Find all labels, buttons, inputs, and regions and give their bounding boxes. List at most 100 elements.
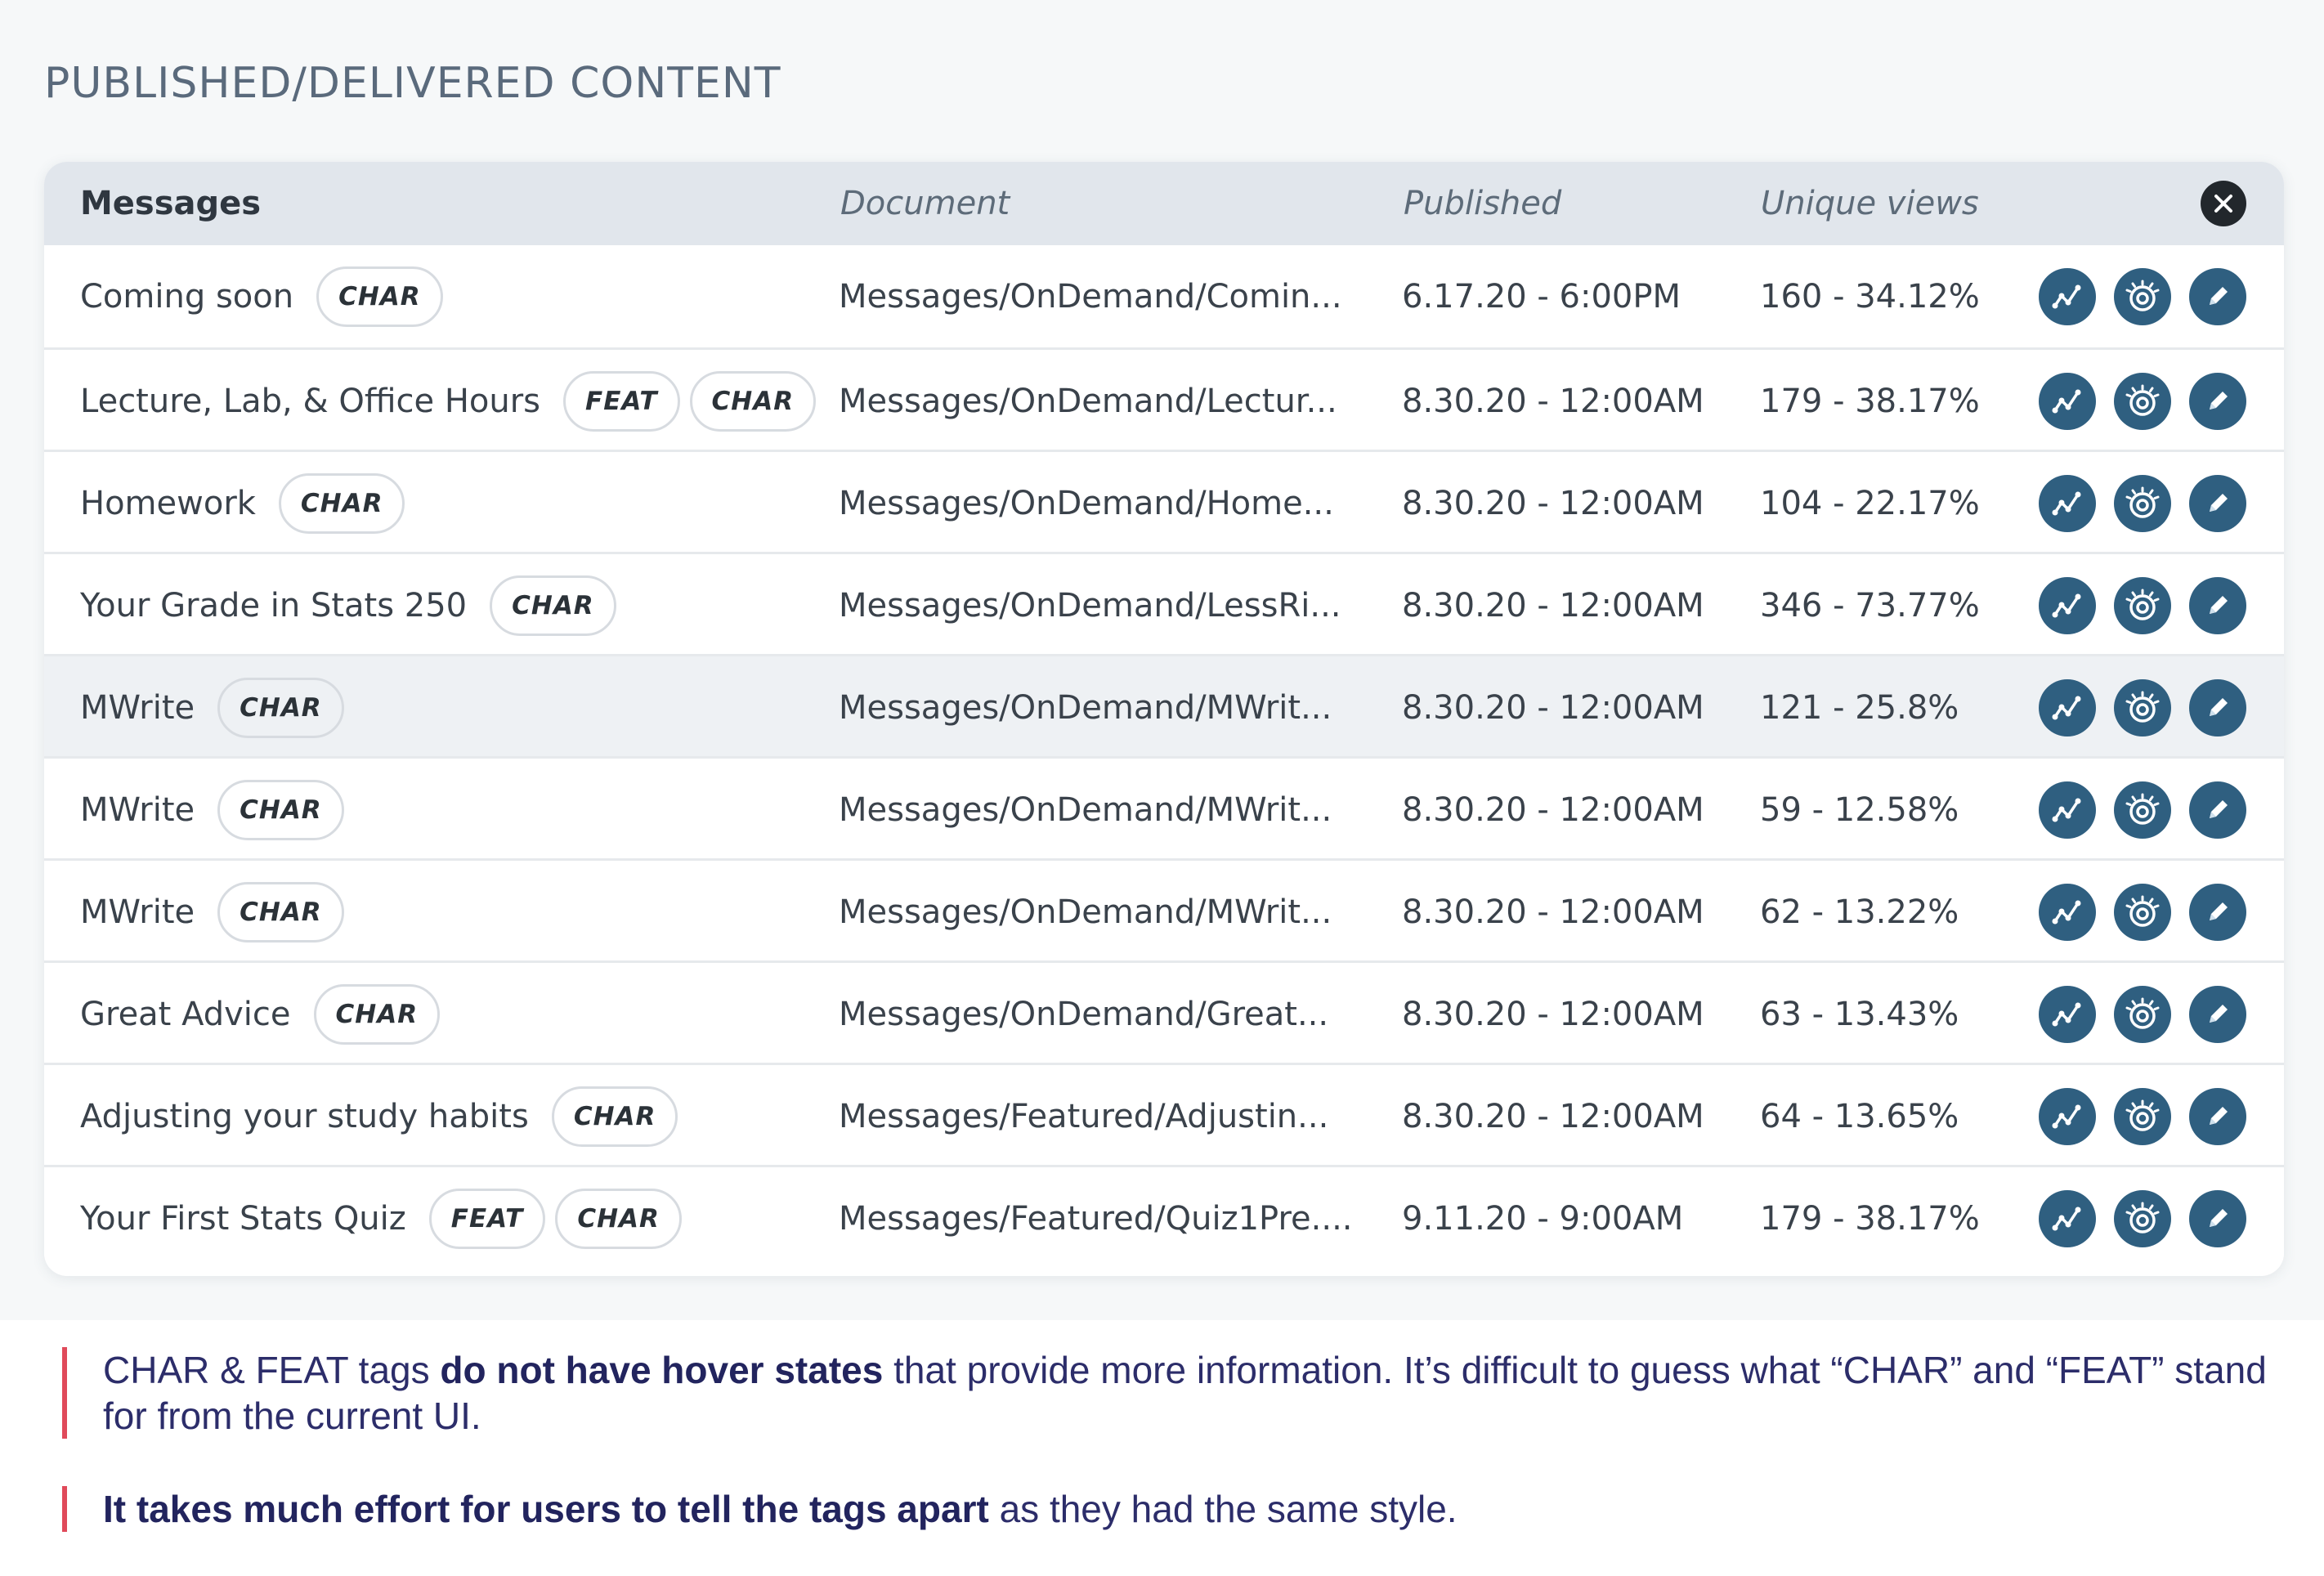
table-body: Coming soon CHAR Messages/OnDemand/Comin..… <box>44 245 2284 1267</box>
analytics-icon[interactable] <box>2039 1189 2096 1247</box>
unique-views-cell: 179 - 38.17% <box>1760 1199 1980 1238</box>
table-row[interactable]: Your First Stats Quiz FEAT CHAR Messages/Fe… <box>44 1165 2284 1267</box>
message-title: MWrite <box>80 688 195 727</box>
note-emphasis: It takes much effort for users to tell t… <box>103 1488 989 1530</box>
row-actions <box>2039 452 2246 554</box>
message-cell: MWrite CHAR <box>80 656 344 759</box>
published-cell: 8.30.20 - 12:00AM <box>1402 688 1704 727</box>
message-cell: Coming soon CHAR <box>80 245 443 347</box>
published-cell: 6.17.20 - 6:00PM <box>1402 277 1681 316</box>
message-title: Your First Stats Quiz <box>80 1199 406 1238</box>
tag-char: CHAR <box>217 881 344 942</box>
preview-icon[interactable] <box>2114 474 2171 532</box>
message-title: Coming soon <box>80 277 294 316</box>
row-actions <box>2039 245 2246 347</box>
document-cell: Messages/Featured/Adjustin... <box>839 1097 1329 1135</box>
preview-icon[interactable] <box>2114 985 2171 1043</box>
table-row[interactable]: MWrite CHAR Messages/OnDemand/MWrit... 8.30… <box>44 756 2284 858</box>
preview-icon[interactable] <box>2114 372 2171 430</box>
analytics-icon[interactable] <box>2039 883 2096 941</box>
preview-icon[interactable] <box>2114 267 2171 325</box>
analytics-icon[interactable] <box>2039 267 2096 325</box>
document-cell: Messages/OnDemand/MWrit... <box>839 893 1332 931</box>
analytics-icon[interactable] <box>2039 678 2096 737</box>
table-row[interactable]: Great Advice CHAR Messages/OnDemand/Great.… <box>44 960 2284 1063</box>
preview-icon[interactable] <box>2114 883 2171 941</box>
table-row[interactable]: Your Grade in Stats 250 CHAR Messages/OnDe… <box>44 552 2284 654</box>
edit-icon[interactable] <box>2189 883 2246 941</box>
tag-char: CHAR <box>689 370 817 432</box>
table-row[interactable]: Homework CHAR Messages/OnDemand/Home... 8.3… <box>44 450 2284 552</box>
edit-icon[interactable] <box>2189 474 2246 532</box>
edit-icon[interactable] <box>2189 576 2246 634</box>
message-cell: Great Advice CHAR <box>80 963 441 1065</box>
row-actions <box>2039 1065 2246 1167</box>
edit-icon[interactable] <box>2189 678 2246 737</box>
unique-views-cell: 62 - 13.22% <box>1760 893 1959 931</box>
table-row[interactable]: MWrite CHAR Messages/OnDemand/MWrit... 8.30… <box>44 858 2284 960</box>
column-header-document: Document <box>840 185 1010 222</box>
document-cell: Messages/OnDemand/Lectur... <box>839 382 1337 420</box>
row-actions <box>2039 350 2246 452</box>
message-cell: MWrite CHAR <box>80 861 344 963</box>
tag-char: CHAR <box>555 1188 682 1249</box>
analytics-icon[interactable] <box>2039 576 2096 634</box>
document-cell: Messages/OnDemand/MWrit... <box>839 790 1332 829</box>
document-cell: Messages/Featured/Quiz1Pre.... <box>839 1199 1353 1238</box>
analytics-icon[interactable] <box>2039 474 2096 532</box>
unique-views-cell: 64 - 13.65% <box>1760 1097 1959 1135</box>
message-cell: Adjusting your study habits CHAR <box>80 1065 678 1167</box>
message-title: Your Grade in Stats 250 <box>80 586 468 625</box>
edit-icon[interactable] <box>2189 372 2246 430</box>
section-title: PUBLISHED/DELIVERED CONTENT <box>44 59 781 108</box>
column-header-messages: Messages <box>80 185 262 222</box>
table-header: Messages Document Published Unique views <box>44 162 2284 245</box>
message-cell: Your First Stats Quiz FEAT CHAR <box>80 1167 682 1269</box>
column-header-unique-views: Unique views <box>1761 185 1979 222</box>
preview-icon[interactable] <box>2114 1087 2171 1145</box>
unique-views-cell: 179 - 38.17% <box>1760 382 1980 420</box>
analytics-icon[interactable] <box>2039 781 2096 839</box>
row-actions <box>2039 861 2246 963</box>
row-actions <box>2039 554 2246 656</box>
analytics-icon[interactable] <box>2039 372 2096 430</box>
edit-icon[interactable] <box>2189 1087 2246 1145</box>
unique-views-cell: 59 - 12.58% <box>1760 790 1959 829</box>
tag-feat: FEAT <box>563 370 680 432</box>
table-row[interactable]: Coming soon CHAR Messages/OnDemand/Comin..… <box>44 245 2284 347</box>
message-title: MWrite <box>80 893 195 931</box>
table-row[interactable]: Lecture, Lab, & Office Hours FEAT CHAR Mess… <box>44 347 2284 450</box>
document-cell: Messages/OnDemand/Home... <box>839 484 1334 522</box>
edit-icon[interactable] <box>2189 1189 2246 1247</box>
preview-icon[interactable] <box>2114 1189 2171 1247</box>
document-cell: Messages/OnDemand/Great... <box>839 995 1329 1033</box>
unique-views-cell: 63 - 13.43% <box>1760 995 1959 1033</box>
table-row[interactable]: Adjusting your study habits CHAR Messages/… <box>44 1063 2284 1165</box>
tag-char: CHAR <box>313 983 441 1045</box>
note-text: as they had the same style. <box>988 1488 1458 1530</box>
analytics-icon[interactable] <box>2039 1087 2096 1145</box>
preview-icon[interactable] <box>2114 576 2171 634</box>
analytics-icon[interactable] <box>2039 985 2096 1043</box>
table-row[interactable]: MWrite CHAR Messages/OnDemand/MWrit... 8.30… <box>44 654 2284 756</box>
document-cell: Messages/OnDemand/Comin... <box>839 277 1342 316</box>
unique-views-cell: 160 - 34.12% <box>1760 277 1980 316</box>
edit-icon[interactable] <box>2189 985 2246 1043</box>
edit-icon[interactable] <box>2189 267 2246 325</box>
unique-views-cell: 346 - 73.77% <box>1760 586 1980 625</box>
message-cell: Lecture, Lab, & Office Hours FEAT CHAR <box>80 350 817 452</box>
message-title: Adjusting your study habits <box>80 1097 529 1135</box>
edit-icon[interactable] <box>2189 781 2246 839</box>
published-cell: 8.30.20 - 12:00AM <box>1402 484 1704 522</box>
close-icon[interactable] <box>2201 181 2246 226</box>
preview-icon[interactable] <box>2114 678 2171 737</box>
message-cell: Your Grade in Stats 250 CHAR <box>80 554 616 656</box>
preview-icon[interactable] <box>2114 781 2171 839</box>
published-cell: 8.30.20 - 12:00AM <box>1402 790 1704 829</box>
note-emphasis: do not have hover states <box>440 1349 884 1391</box>
message-title: MWrite <box>80 790 195 829</box>
row-actions <box>2039 963 2246 1065</box>
message-cell: Homework CHAR <box>80 452 405 554</box>
note-tag-style: It takes much effort for users to tell t… <box>62 1486 2277 1532</box>
content-panel: PUBLISHED/DELIVERED CONTENT Messages Doc… <box>0 0 2324 1320</box>
